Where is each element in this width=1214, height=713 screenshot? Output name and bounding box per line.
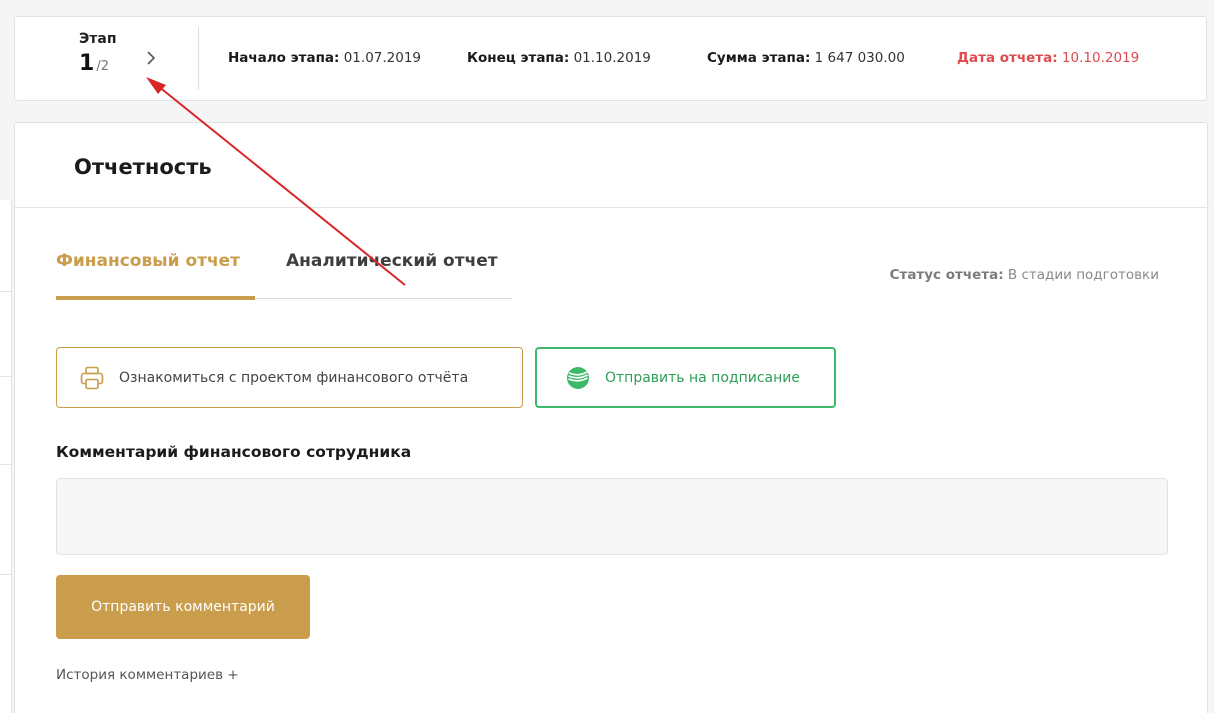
reporting-card: Отчетность Финансовый отчет Аналитически… [14, 122, 1209, 713]
stage-current: 1 [79, 51, 95, 76]
active-tab-indicator [56, 296, 255, 300]
comment-input[interactable] [56, 478, 1168, 555]
report-status: Статус отчета: В стадии подготовки [890, 267, 1159, 283]
preview-financial-report-button[interactable]: Ознакомиться с проектом финансового отчё… [56, 347, 523, 408]
comment-label: Комментарий финансового сотрудника [56, 443, 412, 461]
stage-start-label: Начало этапа: [228, 50, 340, 66]
stage-counter: 1/2 [79, 51, 117, 76]
stage-end-label: Конец этапа: [467, 50, 570, 66]
report-date-value: 10.10.2019 [1061, 50, 1140, 66]
preview-button-label: Ознакомиться с проектом финансового отчё… [119, 369, 469, 386]
comment-history-link[interactable]: История комментариев + [56, 667, 239, 683]
report-status-value: В стадии подготовки [1007, 267, 1159, 283]
printer-icon [79, 365, 105, 391]
send-comment-button[interactable]: Отправить комментарий [56, 575, 310, 639]
sign-button-label: Отправить на подписание [605, 369, 800, 386]
stage-end: Конец этапа: 01.10.2019 [467, 50, 651, 66]
report-date: Дата отчета: 10.10.2019 [957, 50, 1139, 66]
stage-start: Начало этапа: 01.07.2019 [228, 50, 421, 66]
stage-start-value: 01.07.2019 [343, 50, 422, 66]
divider [0, 291, 12, 292]
divider [0, 574, 12, 575]
stage-label: Этап [79, 31, 117, 47]
tab-financial-report[interactable]: Финансовый отчет [56, 251, 240, 271]
stage-bar: Этап 1/2 Начало этапа: 01.07.2019 Конец … [14, 16, 1207, 101]
chevron-right-icon[interactable] [143, 50, 159, 66]
sberbank-logo-icon [565, 365, 591, 391]
stage-indicator: Этап 1/2 [79, 31, 117, 76]
divider [15, 207, 1209, 208]
stage-sum: Сумма этапа: 1 647 030.00 [707, 50, 905, 66]
stage-sum-value: 1 647 030.00 [814, 50, 905, 66]
report-tabs: Финансовый отчет Аналитический отчет [56, 247, 512, 300]
page-title: Отчетность [74, 155, 212, 179]
send-for-signing-button[interactable]: Отправить на подписание [535, 347, 836, 408]
stage-sum-label: Сумма этапа: [707, 50, 811, 66]
divider [0, 376, 12, 377]
left-panel-edge [0, 200, 12, 713]
report-date-label: Дата отчета: [957, 50, 1058, 66]
stage-end-value: 01.10.2019 [573, 50, 651, 66]
report-status-label: Статус отчета: [889, 267, 1004, 283]
stage-separator [198, 27, 199, 90]
tab-analytical-report[interactable]: Аналитический отчет [286, 251, 498, 271]
divider [0, 464, 12, 465]
stage-total: /2 [96, 59, 109, 74]
